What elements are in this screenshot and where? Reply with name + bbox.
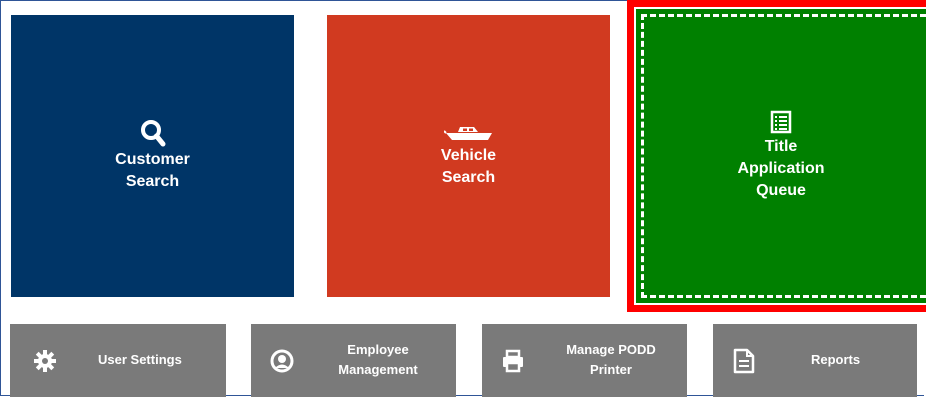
- vehicle-search-tile[interactable]: Vehicle Search: [327, 15, 610, 297]
- vehicle-search-label-line2: Search: [441, 169, 496, 186]
- employee-management-button[interactable]: Employee Management: [251, 324, 456, 397]
- employee-management-label: Employee Management: [323, 340, 433, 380]
- search-icon: [140, 120, 165, 147]
- reports-button[interactable]: Reports: [713, 324, 917, 397]
- vehicle-search-label-line1: Vehicle: [440, 147, 497, 164]
- list-icon: [770, 110, 792, 134]
- reports-label: Reports: [811, 352, 861, 367]
- boat-icon: [443, 127, 492, 140]
- title-queue-label-line2: Application: [737, 160, 825, 177]
- title-queue-label-line1: Title: [764, 138, 798, 155]
- podd-label-line2: Printer: [590, 362, 632, 377]
- user-circle-icon: [269, 348, 295, 374]
- employee-label-line2: Management: [338, 362, 418, 377]
- customer-search-label-line1: Customer: [115, 151, 190, 168]
- manage-podd-label: Manage PODD Printer: [546, 340, 676, 380]
- manage-podd-printer-button[interactable]: Manage PODD Printer: [482, 324, 687, 397]
- gear-icon: [32, 348, 58, 374]
- title-queue-label-line3: Queue: [756, 182, 806, 199]
- printer-icon: [500, 348, 526, 374]
- user-settings-label: User Settings: [98, 352, 182, 367]
- user-settings-button[interactable]: User Settings: [10, 324, 226, 397]
- employee-label-line1: Employee: [347, 342, 409, 357]
- title-application-queue-tile[interactable]: Title Application Queue: [636, 9, 926, 303]
- podd-label-line1: Manage PODD: [566, 342, 656, 357]
- customer-search-label-line2: Search: [125, 173, 180, 190]
- customer-search-tile[interactable]: Customer Search: [11, 15, 294, 297]
- document-icon: [731, 348, 757, 374]
